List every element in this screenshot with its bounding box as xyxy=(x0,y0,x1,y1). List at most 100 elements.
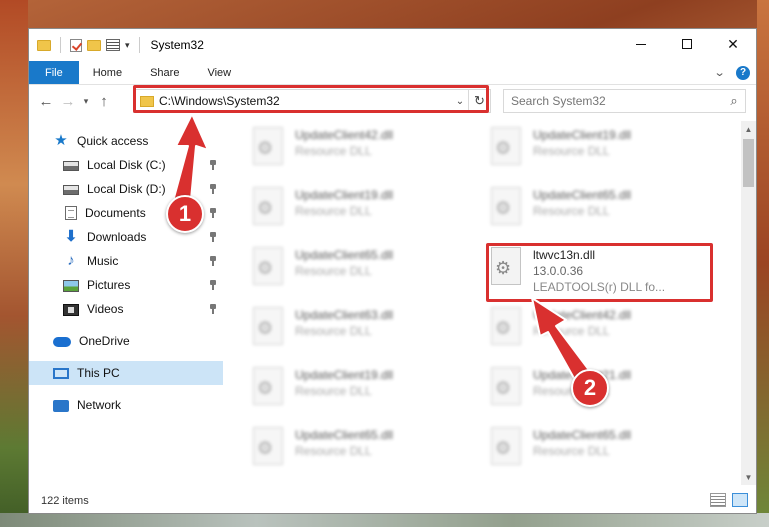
sidebar-item-music[interactable]: ♪ Music xyxy=(29,249,223,273)
pin-icon[interactable] xyxy=(209,232,217,242)
file-description: Resource DLL xyxy=(533,444,610,458)
file-name: UpdateClient19.dll xyxy=(295,188,394,202)
details-view-icon[interactable] xyxy=(710,493,726,507)
ribbon-tabs: File Home Share View ⌄ ? xyxy=(29,61,756,85)
pin-icon[interactable] xyxy=(209,208,217,218)
sidebar-item-pictures[interactable]: Pictures xyxy=(29,273,223,297)
sidebar-item-label: This PC xyxy=(77,366,120,380)
file-list-pane: UpdateClient42.dll Resource DLL UpdateClie… xyxy=(225,121,741,485)
tab-share[interactable]: Share xyxy=(136,61,193,84)
refresh-icon: ↻ xyxy=(474,93,485,108)
sidebar-item-label: Videos xyxy=(87,302,124,316)
desktop-background-right xyxy=(757,0,769,527)
back-button[interactable]: ← xyxy=(35,90,57,112)
file-tile[interactable]: UpdateClient65.dll Resource DLL xyxy=(225,245,453,299)
file-description: Resource DLL xyxy=(295,384,372,398)
file-name: UpdateClient42.dll xyxy=(533,308,632,322)
scroll-down-icon[interactable]: ▼ xyxy=(741,469,756,485)
scroll-up-icon[interactable]: ▲ xyxy=(741,121,756,137)
sidebar-item-local-disk-c[interactable]: Local Disk (C:) xyxy=(29,153,223,177)
chevron-down-icon[interactable]: ▾ xyxy=(125,40,130,51)
maximize-button[interactable] xyxy=(664,29,710,59)
pin-icon[interactable] xyxy=(209,304,217,314)
folder-icon xyxy=(140,95,154,107)
chevron-down-icon: ▾ xyxy=(83,95,89,106)
sidebar-item-onedrive[interactable]: OneDrive xyxy=(29,329,223,353)
customize-icon[interactable] xyxy=(106,39,120,51)
minimize-icon xyxy=(636,43,646,45)
dll-file-icon xyxy=(491,367,521,405)
tiles-view-icon[interactable] xyxy=(732,493,748,507)
pin-icon[interactable] xyxy=(209,256,217,266)
search-box[interactable]: ⌕ xyxy=(503,89,746,113)
toolbar-divider xyxy=(138,37,140,53)
tab-home[interactable]: Home xyxy=(79,61,136,84)
sidebar-item-videos[interactable]: Videos xyxy=(29,297,223,321)
dll-file-icon xyxy=(491,247,521,285)
properties-check-icon[interactable] xyxy=(70,38,82,52)
close-button[interactable]: ✕ xyxy=(710,29,756,59)
file-name: UpdateClient19.dll xyxy=(295,368,394,382)
arrow-up-icon: ↑ xyxy=(100,92,108,110)
file-tile[interactable]: UpdateClient65.dll Resource DLL xyxy=(225,425,453,479)
sidebar-item-label: Local Disk (C:) xyxy=(87,158,166,172)
tab-file[interactable]: File xyxy=(29,61,79,84)
sidebar-item-label: Quick access xyxy=(77,134,149,148)
file-tile[interactable]: UpdateClient65.dll Resource DLL xyxy=(463,185,691,239)
refresh-button[interactable]: ↻ xyxy=(468,90,490,112)
pin-icon[interactable] xyxy=(209,280,217,290)
dll-file-icon xyxy=(491,427,521,465)
file-description: Resource DLL xyxy=(295,264,372,278)
file-description: Resource DLL xyxy=(295,444,372,458)
address-dropdown-icon[interactable]: ⌄ xyxy=(452,96,468,107)
file-name: UpdateClient65.dll xyxy=(295,248,394,262)
sidebar-item-quick-access[interactable]: ★ Quick access xyxy=(29,129,223,153)
sidebar-item-label: Network xyxy=(77,398,122,412)
folder-icon[interactable] xyxy=(37,39,51,51)
file-tile[interactable]: UpdateClient65.dll Resource DLL xyxy=(463,425,691,479)
tab-view[interactable]: View xyxy=(193,61,245,84)
new-folder-icon[interactable] xyxy=(87,39,101,51)
close-icon: ✕ xyxy=(727,35,739,52)
search-icon[interactable]: ⌕ xyxy=(723,93,745,109)
file-description: Resource DLL xyxy=(295,144,372,158)
quick-access-toolbar: ▾ System32 xyxy=(37,37,204,53)
dll-file-icon xyxy=(253,187,283,225)
file-tile[interactable]: UpdateClient19.dll Resource DLL xyxy=(463,125,691,179)
vertical-scrollbar[interactable]: ▲ ▼ xyxy=(741,121,756,485)
file-tile[interactable]: UpdateClient42.dll Resource DLL xyxy=(463,305,691,359)
address-bar[interactable]: C:\Windows\System32 ⌄ ↻ xyxy=(133,89,491,113)
sidebar-item-label: Local Disk (D:) xyxy=(87,182,166,196)
file-text: UpdateClient65.dll Resource DLL xyxy=(533,427,631,459)
drive-icon xyxy=(63,185,79,195)
window-controls: ✕ xyxy=(618,29,756,59)
address-path[interactable]: C:\Windows\System32 xyxy=(159,94,452,108)
search-input[interactable] xyxy=(511,94,723,108)
file-name: UpdateClient42.dll xyxy=(295,128,394,142)
up-button[interactable]: ↑ xyxy=(93,90,115,112)
file-tile[interactable]: UpdateClient42.dll Resource DLL xyxy=(225,125,453,179)
file-tile[interactable]: UpdateClient19.dll Resource DLL xyxy=(225,365,453,419)
file-name: ltwvc13n.dll xyxy=(533,248,596,262)
sidebar-item-network[interactable]: Network xyxy=(29,393,223,417)
recent-locations-button[interactable]: ▾ xyxy=(79,90,93,112)
file-tile[interactable]: UpdateClient63.dll Resource DLL xyxy=(225,305,453,359)
pin-icon[interactable] xyxy=(209,184,217,194)
sidebar-item-this-pc[interactable]: This PC xyxy=(29,361,223,385)
dll-file-icon xyxy=(253,247,283,285)
file-tile[interactable]: UpdateClient19.dll Resource DLL xyxy=(225,185,453,239)
help-icon[interactable]: ? xyxy=(736,65,750,80)
file-tile-ltwvc13n[interactable]: ltwvc13n.dll 13.0.0.36 LEADTOOLS(r) DLL fo… xyxy=(463,245,691,299)
file-text: ltwvc13n.dll 13.0.0.36 LEADTOOLS(r) DLL fo… xyxy=(533,247,665,295)
forward-button[interactable]: → xyxy=(57,90,79,112)
expand-ribbon-icon[interactable]: ⌄ xyxy=(713,66,725,79)
pin-icon[interactable] xyxy=(209,160,217,170)
maximize-icon xyxy=(682,39,692,49)
scroll-thumb[interactable] xyxy=(743,139,754,187)
arrow-left-icon: ← xyxy=(38,92,54,110)
minimize-button[interactable] xyxy=(618,29,664,59)
file-text: UpdateClient19.dll Resource DLL xyxy=(533,127,631,159)
